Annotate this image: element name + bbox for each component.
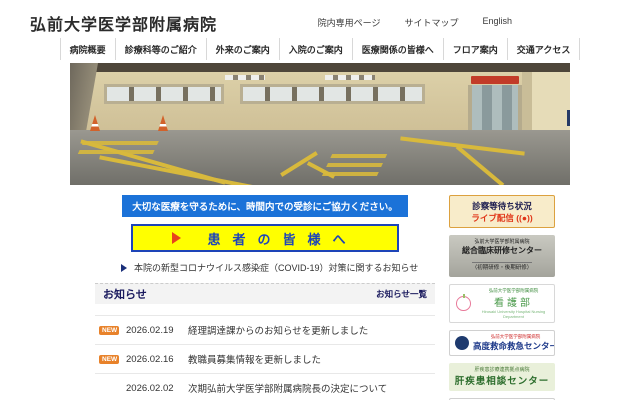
training-sub-label: （初期研修・後期研修） <box>471 262 533 271</box>
hero-photo <box>70 63 570 185</box>
left-column: 大切な医療を守るために、時間内での受診にご協力ください。 患者の皆様へ 本院の新… <box>95 195 435 400</box>
nav-hospital-overview[interactable]: 病院概要 <box>59 38 115 60</box>
emergency-center-label: 高度救命救急センター <box>473 341 555 351</box>
nav-departments[interactable]: 診療科等のご紹介 <box>114 38 206 60</box>
parking-lot <box>70 130 570 185</box>
nursing-english-label: Hirosaki University Hospital Nursing Dep… <box>481 309 546 319</box>
apple-icon <box>456 294 471 311</box>
news-list: NEW 2026.02.19 経理調達課からのお知らせを更新しました NEW 2… <box>95 315 435 400</box>
nursing-label: 看護部 <box>494 298 533 309</box>
link-english[interactable]: English <box>482 16 512 29</box>
nav-inpatient[interactable]: 入院のご案内 <box>278 38 352 60</box>
news-date: 2026.02.02 <box>126 382 174 394</box>
banner-waiting-status[interactable]: 診察等待ち状況 ライブ配信 ((●)) <box>449 195 555 228</box>
sidebar-banners: 診察等待ち状況 ライブ配信 ((●)) 弘前大学医学部附属病院 総合臨床研修セン… <box>449 195 557 400</box>
triangle-bullet-icon <box>121 263 127 272</box>
news-section-title: お知らせ <box>103 289 147 301</box>
news-item[interactable]: 2026.02.02 次期弘前大学医学部附属病院長の決定について <box>95 373 435 400</box>
training-hospital-name: 弘前大学医学部附属病院 <box>474 239 530 245</box>
info-sign <box>567 110 570 126</box>
banner-training-center[interactable]: 弘前大学医学部附属病院 総合臨床研修センター （初期研修・後期研修） <box>449 235 555 277</box>
news-header: お知らせ お知らせ一覧 <box>95 283 435 304</box>
emergency-badge-icon <box>455 336 469 350</box>
news-text: 経理調達課からのお知らせを更新しました <box>188 326 369 337</box>
news-date: 2026.02.19 <box>126 324 174 336</box>
nav-access[interactable]: 交通アクセス <box>506 38 581 60</box>
page-header: 弘前大学医学部附属病院 院内専用ページ サイトマップ English <box>0 0 640 38</box>
waiting-status-label: 診察等待ち状況 <box>472 201 532 211</box>
news-date: 2026.02.16 <box>126 353 174 365</box>
covid-notice-link[interactable]: 本院の新型コロナウイルス感染症（COVID-19）対策に関するお知らせ <box>121 261 435 274</box>
entrance-doors <box>468 85 522 133</box>
news-item[interactable]: NEW 2026.02.19 経理調達課からのお知らせを更新しました <box>95 315 435 344</box>
main-content: 大切な医療を守るために、時間内での受診にご協力ください。 患者の皆様へ 本院の新… <box>95 195 557 400</box>
liver-hospital-name: 肝疾患診療連携拠点病院 <box>474 367 530 373</box>
live-stream-label: ライブ配信 ((●)) <box>471 213 533 223</box>
banner-emergency-center[interactable]: 弘前大学医学部附属病院 高度救命救急センター <box>449 330 555 356</box>
entrance-sign <box>471 76 519 84</box>
news-list-link[interactable]: お知らせ一覧 <box>376 288 427 300</box>
play-triangle-icon <box>172 232 182 244</box>
patients-button[interactable]: 患者の皆様へ <box>131 224 399 252</box>
building-roof <box>70 63 570 72</box>
utility-links: 院内専用ページ サイトマップ English <box>318 16 512 29</box>
vent-windows <box>325 75 375 80</box>
new-badge: NEW <box>99 325 119 335</box>
banner-nursing-department[interactable]: 弘前大学医学部附属病院 看護部 Hirosaki University Hosp… <box>449 284 555 323</box>
new-badge: NEW <box>99 354 119 364</box>
banner-liver-center[interactable]: 肝疾患診療連携拠点病院 肝疾患相談センター <box>449 363 555 391</box>
window-row <box>240 84 425 104</box>
news-text: 次期弘前大学医学部附属病院長の決定について <box>188 384 388 395</box>
notice-banner[interactable]: 大切な医療を守るために、時間内での受診にご協力ください。 <box>122 195 408 217</box>
main-nav: 病院概要 診療科等のご紹介 外来のご案内 入院のご案内 医療関係の皆様へ フロア… <box>59 38 581 60</box>
patients-button-label: 患者の皆様へ <box>207 231 358 247</box>
liver-center-label: 肝疾患相談センター <box>454 376 550 387</box>
window-row <box>104 84 224 104</box>
vent-windows <box>225 75 265 80</box>
news-text: 教職員募集情報を更新しました <box>188 355 322 366</box>
link-intranet[interactable]: 院内専用ページ <box>318 16 381 29</box>
nav-floor-guide[interactable]: フロア案内 <box>442 38 507 60</box>
link-sitemap[interactable]: サイトマップ <box>404 16 458 29</box>
hatched-zone <box>321 150 390 176</box>
nav-medical-professionals[interactable]: 医療関係の皆様へ <box>351 38 443 60</box>
training-center-label: 総合臨床研修センター <box>462 246 542 255</box>
site-title: 弘前大学医学部附属病院 <box>30 17 218 34</box>
nav-outpatient[interactable]: 外来のご案内 <box>205 38 279 60</box>
covid-notice-text: 本院の新型コロナウイルス感染症（COVID-19）対策に関するお知らせ <box>134 263 419 273</box>
news-item[interactable]: NEW 2026.02.16 教職員募集情報を更新しました <box>95 344 435 373</box>
